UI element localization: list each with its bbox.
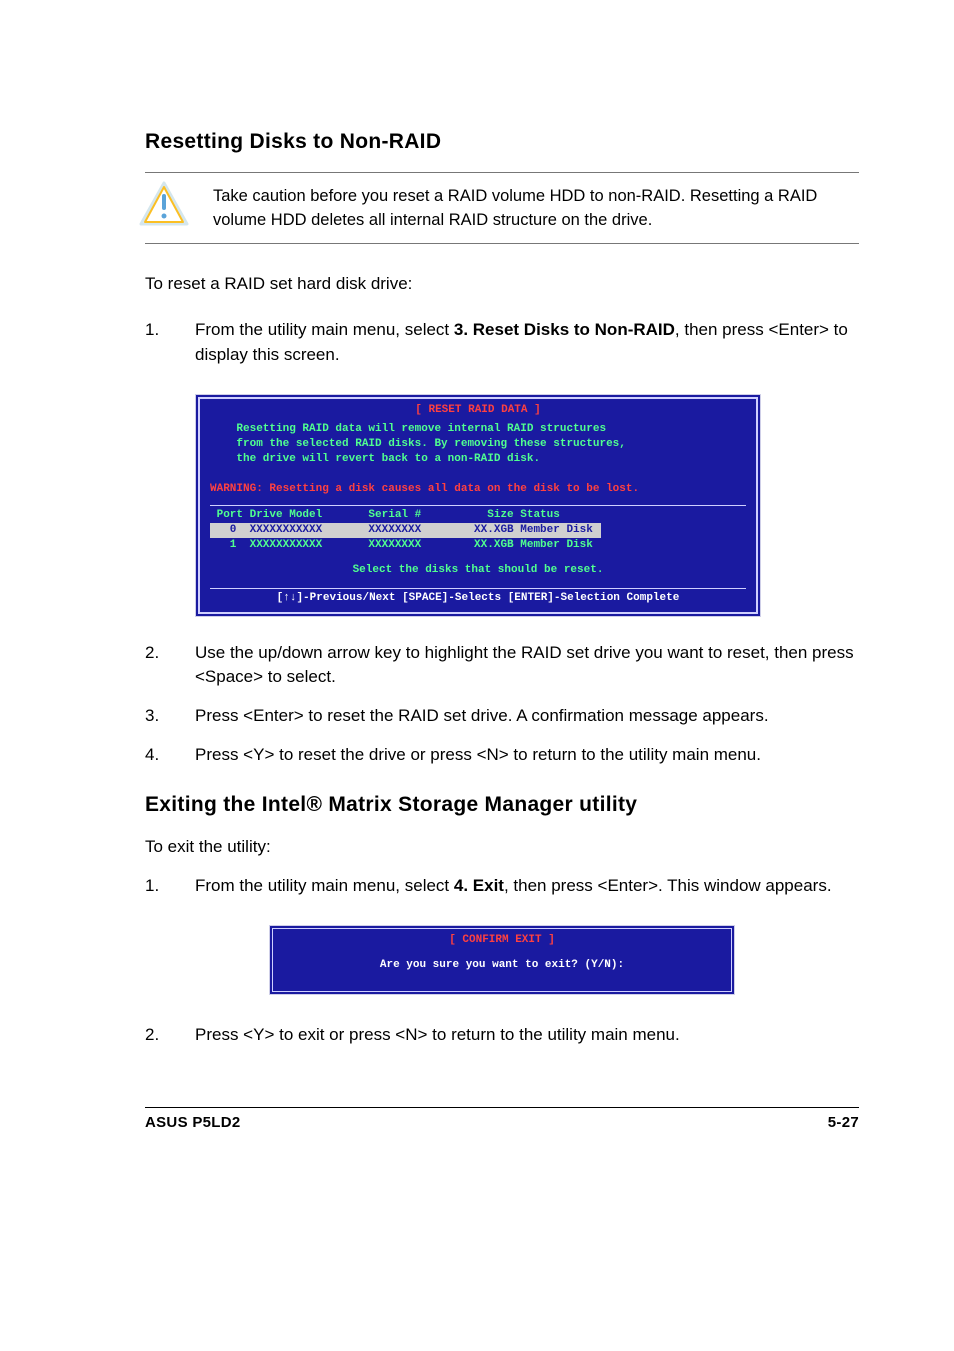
bios-outer-border: [ RESET RAID DATA ] Resetting RAID data … [195,394,761,617]
steps-list-reset: 1. From the utility main menu, select 3.… [145,318,859,367]
document-page: Resetting Disks to Non-RAID Take caution… [0,0,954,1351]
intro-text-reset: To reset a RAID set hard disk drive: [145,272,859,297]
step-2: 2. Use the up/down arrow key to highligh… [145,641,859,690]
caution-icon [139,181,189,232]
bios-screenshot-exit: [ CONFIRM EXIT ] Are you sure you want t… [145,925,859,995]
bios-title: [ RESET RAID DATA ] [210,403,746,418]
bios-warning-line: WARNING: Resetting a disk causes all dat… [210,482,746,497]
section-heading-exit: Exiting the Intel® Matrix Storage Manage… [145,793,859,817]
section-heading-reset: Resetting Disks to Non-RAID [145,130,859,154]
intro-text-exit: To exit the utility: [145,835,859,860]
bios-body-line: from the selected RAID disks. By removin… [210,437,746,452]
bios-inner: [ CONFIRM EXIT ] Are you sure you want t… [272,928,732,992]
step-text: Press <Y> to exit or press <N> to return… [195,1023,859,1048]
footer-product: ASUS P5LD2 [145,1114,241,1131]
footer-page-number: 5-27 [828,1114,859,1131]
steps-list-reset-cont: 2. Use the up/down arrow key to highligh… [145,641,859,768]
step-text: From the utility main menu, select [195,876,454,895]
bios-outer-border: [ CONFIRM EXIT ] Are you sure you want t… [269,925,735,995]
bios-footer-hints: [↑↓]-Previous/Next [SPACE]-Selects [ENTE… [210,588,746,606]
steps-list-exit: 1. From the utility main menu, select 4.… [145,874,859,899]
step-2-exit: 2. Press <Y> to exit or press <N> to ret… [145,1023,859,1048]
step-text: , then press <Enter>. This window appear… [504,876,832,895]
step-text: Press <Y> to reset the drive or press <N… [195,743,859,768]
bios-body-line: Resetting RAID data will remove internal… [210,422,746,437]
bios-screenshot-reset: [ RESET RAID DATA ] Resetting RAID data … [195,394,859,617]
bios-inner: [ RESET RAID DATA ] Resetting RAID data … [198,397,758,614]
bios-blank-line [210,467,746,482]
bios-exit-msg: Are you sure you want to exit? (Y/N): [283,958,721,973]
step-text: Use the up/down arrow key to highlight t… [195,641,859,690]
step-number: 4. [145,743,195,768]
step-number: 3. [145,704,195,729]
step-text: Press <Enter> to reset the RAID set driv… [195,704,859,729]
steps-list-exit-cont: 2. Press <Y> to exit or press <N> to ret… [145,1023,859,1048]
caution-box: Take caution before you reset a RAID vol… [145,172,859,244]
bios-selected-row: 0 XXXXXXXXXXX XXXXXXXX XX.XGB Member Dis… [210,523,746,538]
bios-body-line: the drive will revert back to a non-RAID… [210,452,746,467]
step-4: 4. Press <Y> to reset the drive or press… [145,743,859,768]
step-bold: 4. Exit [454,876,504,895]
caution-text: Take caution before you reset a RAID vol… [213,181,859,233]
step-number: 2. [145,641,195,690]
step-bold: 3. Reset Disks to Non-RAID [454,320,675,339]
step-1-exit: 1. From the utility main menu, select 4.… [145,874,859,899]
bios-disk-row: 1 XXXXXXXXXXX XXXXXXXX XX.XGB Member Dis… [210,538,746,553]
bios-header-row: Port Drive Model Serial # Size Status [210,505,746,523]
step-number: 1. [145,874,195,899]
bios-title: [ CONFIRM EXIT ] [283,933,721,948]
step-3: 3. Press <Enter> to reset the RAID set d… [145,704,859,729]
step-number: 1. [145,318,195,367]
step-number: 2. [145,1023,195,1048]
page-footer: ASUS P5LD2 5-27 [145,1107,859,1131]
bios-prompt: Select the disks that should be reset. [210,563,746,578]
step-text: From the utility main menu, select [195,320,454,339]
step-1: 1. From the utility main menu, select 3.… [145,318,859,367]
